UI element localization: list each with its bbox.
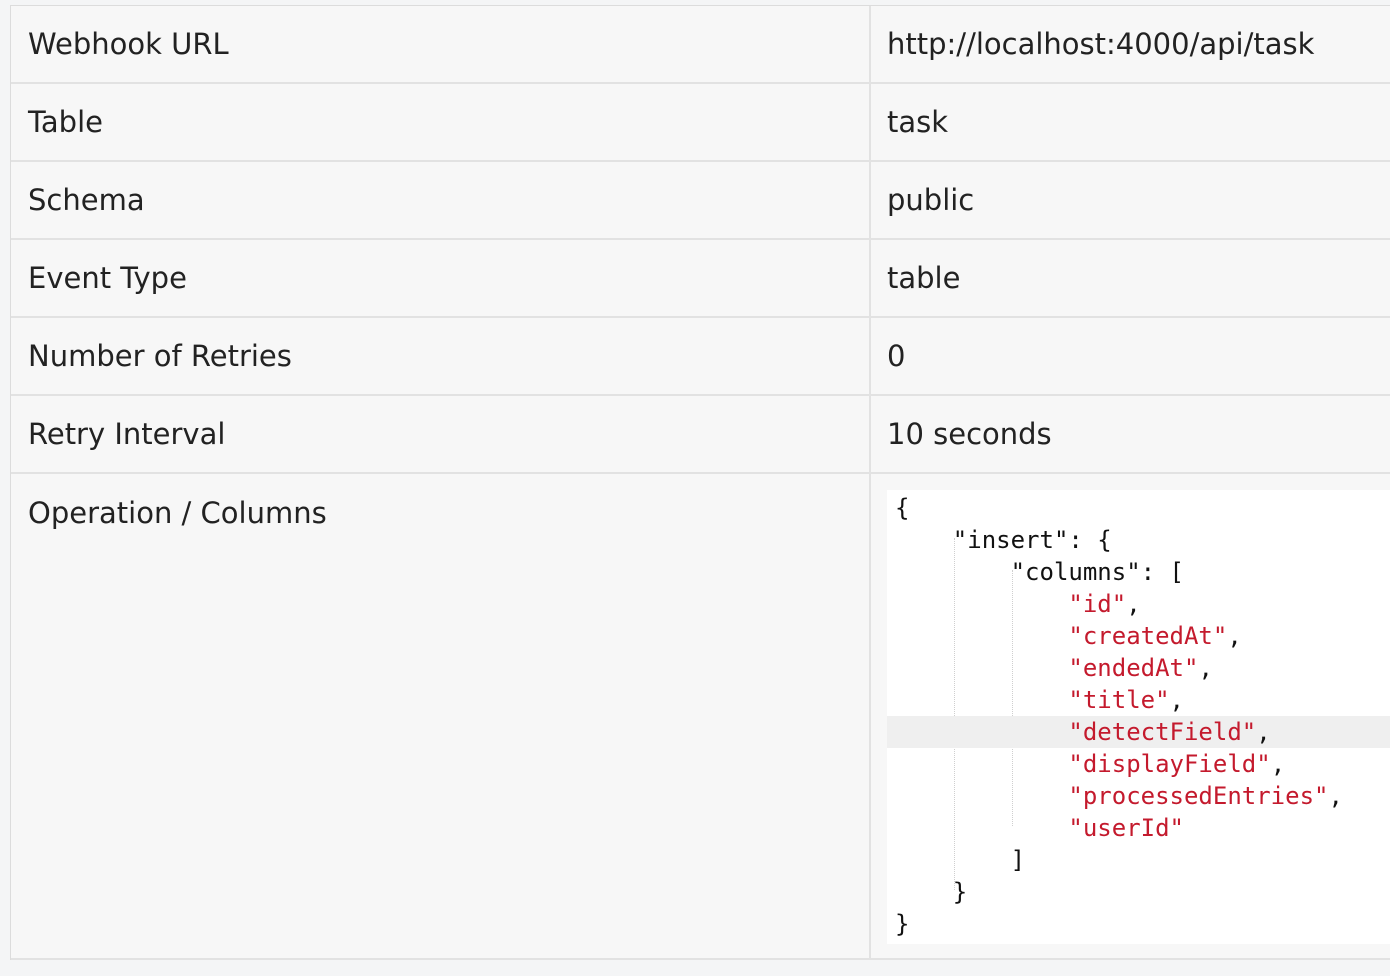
code-line: { bbox=[895, 492, 1390, 524]
row-schema: Schema public bbox=[11, 162, 1390, 240]
code-close-bracket: ] bbox=[1010, 846, 1026, 874]
value-retry-interval: 10 seconds bbox=[887, 417, 1052, 451]
code-line: "processedEntries", bbox=[1068, 782, 1343, 810]
column-title: "title" bbox=[1068, 686, 1170, 714]
code-close-inner: } bbox=[952, 878, 968, 906]
value-schema: public bbox=[887, 183, 975, 217]
label-webhook-url: Webhook URL bbox=[11, 6, 871, 82]
operation-columns-cell: { "insert": { "columns": [ "id", "create… bbox=[871, 474, 1390, 958]
value-webhook-url: http://localhost:4000/api/task bbox=[887, 27, 1315, 61]
code-line: } bbox=[895, 876, 1390, 908]
column-processedentries: "processedEntries" bbox=[1068, 782, 1329, 810]
column-displayfield: "displayField" bbox=[1068, 750, 1271, 778]
code-close-outer: } bbox=[895, 910, 910, 938]
label-operation-columns: Operation / Columns bbox=[11, 474, 871, 958]
code-line: } bbox=[895, 908, 1390, 940]
code-line: "displayField", bbox=[1068, 750, 1286, 778]
value-number-of-retries: 0 bbox=[887, 339, 906, 373]
value-event-type: table bbox=[887, 261, 961, 295]
label-event-type: Event Type bbox=[11, 240, 871, 316]
row-table: Table task bbox=[11, 84, 1390, 162]
row-retry-interval: Retry Interval 10 seconds bbox=[11, 396, 1390, 474]
value-table: task bbox=[887, 105, 949, 139]
label-table: Table bbox=[11, 84, 871, 160]
row-webhook-url: Webhook URL http://localhost:4000/api/ta… bbox=[11, 6, 1390, 84]
code-open-brace: { bbox=[895, 494, 910, 522]
row-operation-columns: Operation / Columns { "insert": { "colum… bbox=[11, 474, 1390, 960]
column-userid: "userId" bbox=[1068, 814, 1184, 842]
code-line: "endedAt", bbox=[1068, 654, 1213, 682]
column-id: "id" bbox=[1068, 590, 1127, 618]
row-event-type: Event Type table bbox=[11, 240, 1390, 318]
label-number-of-retries: Number of Retries bbox=[11, 318, 871, 394]
json-code-editor[interactable]: { "insert": { "columns": [ "id", "create… bbox=[887, 490, 1390, 944]
code-line: "createdAt", bbox=[1068, 622, 1242, 650]
code-line-active: "detectField", bbox=[887, 716, 1390, 748]
code-insert-key: "insert": { bbox=[952, 526, 1112, 554]
code-columns-key: "columns": [ bbox=[1010, 558, 1184, 586]
label-schema: Schema bbox=[11, 162, 871, 238]
event-trigger-details-table: Webhook URL http://localhost:4000/api/ta… bbox=[10, 5, 1390, 960]
code-line: "insert": { bbox=[895, 524, 1390, 556]
code-line: ] bbox=[895, 844, 1390, 876]
column-createdat: "createdAt" bbox=[1068, 622, 1228, 650]
row-number-of-retries: Number of Retries 0 bbox=[11, 318, 1390, 396]
column-detectfield: "detectField" bbox=[1068, 718, 1257, 746]
label-retry-interval: Retry Interval bbox=[11, 396, 871, 472]
code-line: "columns": [ bbox=[895, 556, 1390, 588]
code-line: "userId" bbox=[895, 812, 1390, 844]
code-line: "id", bbox=[1068, 590, 1141, 618]
column-endedat: "endedAt" bbox=[1068, 654, 1199, 682]
code-line: "title", bbox=[1068, 686, 1184, 714]
